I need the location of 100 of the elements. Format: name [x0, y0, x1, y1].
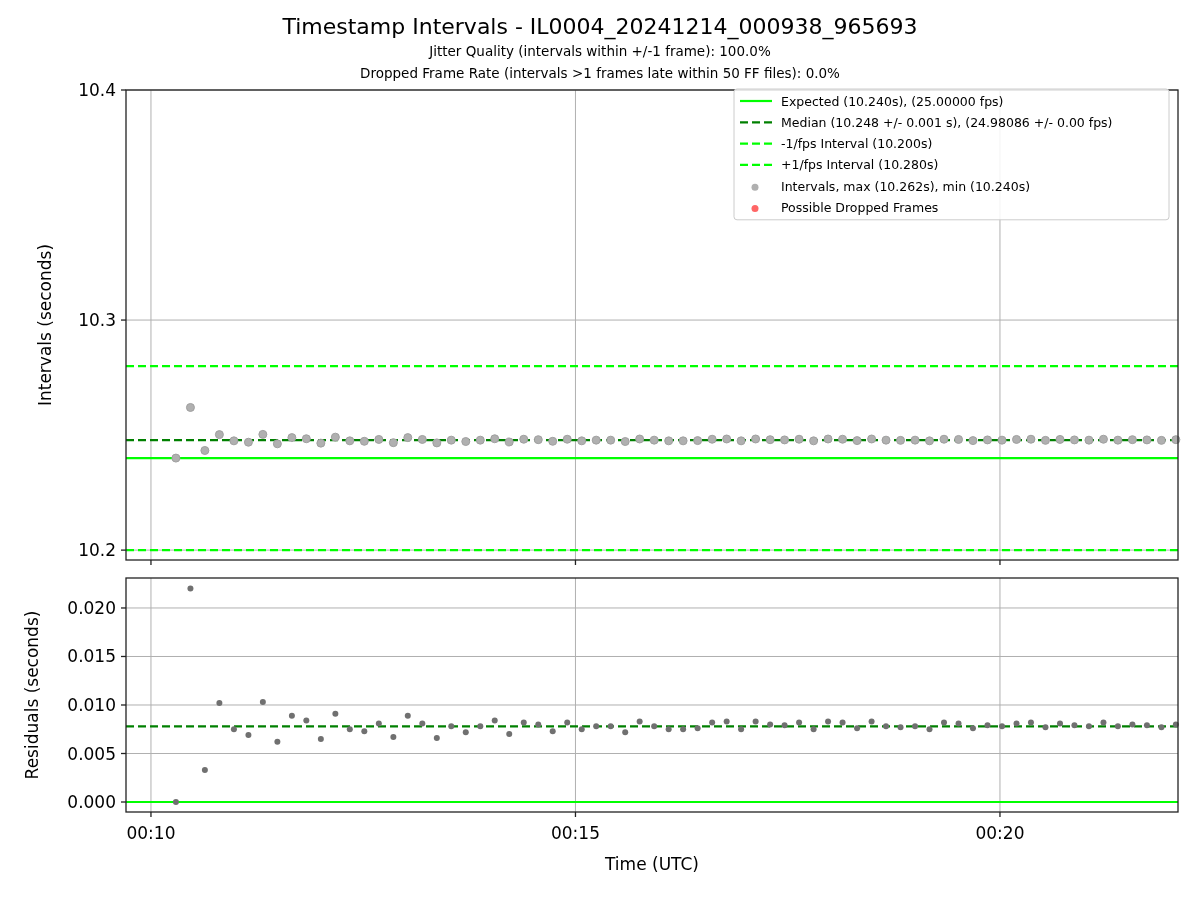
data-point — [245, 732, 252, 739]
data-point — [1114, 723, 1121, 730]
data-point — [374, 434, 384, 444]
data-point — [852, 436, 862, 446]
data-point — [287, 433, 297, 443]
legend-label: -1/fps Interval (10.200s) — [781, 136, 933, 152]
legend-label: +1/fps Interval (10.280s) — [781, 157, 939, 173]
data-point — [1057, 720, 1063, 727]
data-point — [216, 700, 223, 707]
data-point — [504, 437, 514, 447]
data-point — [317, 735, 324, 742]
data-point — [722, 434, 732, 444]
data-point — [620, 437, 630, 446]
data-point — [1055, 434, 1065, 444]
data-point — [535, 721, 542, 728]
data-point — [593, 723, 600, 730]
data-point — [361, 728, 368, 735]
data-point — [477, 723, 484, 730]
data-point — [303, 717, 310, 724]
data-point — [330, 432, 340, 442]
data-point — [1127, 435, 1137, 445]
data-point — [1129, 721, 1136, 728]
data-point — [562, 434, 572, 444]
data-point — [419, 720, 426, 727]
data-point — [301, 434, 311, 444]
data-point — [1042, 724, 1049, 731]
data-point — [897, 724, 904, 731]
data-point — [1071, 722, 1078, 729]
data-point — [694, 725, 701, 732]
data-point — [1143, 722, 1150, 729]
data-point — [765, 435, 775, 445]
data-point — [346, 726, 353, 733]
axis-tick-label: 0.020 — [67, 598, 116, 618]
data-point — [1098, 434, 1108, 444]
data-point — [533, 435, 543, 445]
data-point — [752, 718, 759, 725]
data-point — [883, 723, 890, 730]
data-point — [825, 718, 832, 725]
data-point — [520, 719, 527, 726]
data-point — [214, 430, 224, 440]
data-point — [664, 436, 674, 446]
data-point — [941, 719, 947, 726]
data-point — [461, 437, 471, 446]
data-point — [1027, 719, 1034, 726]
data-point — [172, 799, 179, 805]
data-point — [968, 436, 978, 446]
data-point — [506, 731, 513, 738]
data-point — [1084, 435, 1094, 445]
data-point — [1040, 435, 1050, 445]
legend-label: Intervals, max (10.262s), min (10.240s) — [781, 178, 1031, 194]
data-point — [432, 438, 442, 448]
data-point — [867, 434, 877, 444]
axis-tick-label: 10.2 — [78, 540, 116, 561]
data-point — [984, 722, 991, 729]
data-point — [983, 435, 992, 445]
axis-tick-label: 0.000 — [67, 792, 116, 812]
data-point — [1113, 435, 1123, 445]
data-point — [564, 719, 571, 726]
data-point — [781, 722, 788, 729]
data-point — [665, 726, 672, 733]
data-point — [462, 729, 469, 736]
data-point — [810, 726, 817, 733]
data-point — [1026, 434, 1036, 444]
data-point — [635, 434, 645, 444]
axis-label: Residuals (seconds) — [22, 610, 42, 780]
data-point — [796, 719, 803, 726]
data-point — [549, 728, 556, 735]
data-point — [649, 435, 659, 445]
data-point — [345, 436, 355, 446]
data-point — [854, 725, 861, 732]
data-point — [1158, 724, 1165, 731]
axis-label: Intervals (seconds) — [35, 243, 55, 407]
data-point — [680, 726, 687, 733]
data-point — [1085, 723, 1092, 730]
data-point — [272, 439, 282, 449]
data-point — [693, 436, 703, 446]
data-point — [519, 434, 529, 444]
data-point — [751, 434, 761, 444]
data-point — [794, 434, 804, 444]
data-point — [606, 435, 616, 445]
data-point — [1013, 720, 1020, 727]
axis-tick-label: 0.015 — [67, 646, 116, 667]
data-point — [433, 735, 440, 741]
data-point — [969, 725, 976, 732]
data-point — [607, 723, 614, 730]
data-point — [404, 712, 411, 719]
data-point — [1171, 435, 1181, 445]
data-point — [954, 434, 964, 444]
data-point — [636, 718, 643, 725]
data-point — [359, 436, 369, 446]
data-point — [1100, 719, 1107, 726]
data-point — [259, 699, 266, 706]
data-point — [809, 436, 819, 446]
axis-tick-label: 00:10 — [126, 823, 176, 843]
data-point — [185, 402, 195, 412]
data-point — [258, 429, 268, 439]
data-point — [200, 446, 210, 455]
data-point — [390, 734, 397, 740]
data-point — [1172, 721, 1179, 728]
data-point — [230, 726, 237, 733]
